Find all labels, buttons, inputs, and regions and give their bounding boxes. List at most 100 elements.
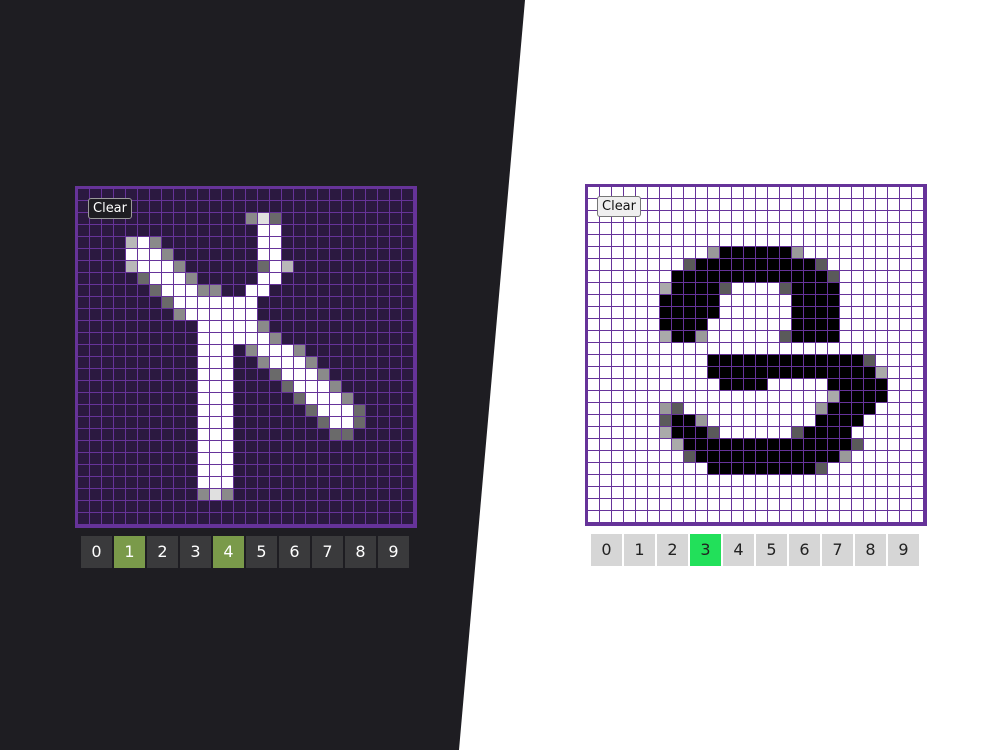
grid-cell[interactable] <box>792 247 804 259</box>
grid-cell[interactable] <box>90 405 102 417</box>
grid-cell[interactable] <box>756 211 768 223</box>
grid-cell[interactable] <box>648 283 660 295</box>
grid-cell[interactable] <box>708 235 720 247</box>
grid-cell[interactable] <box>282 261 294 273</box>
grid-cell[interactable] <box>198 225 210 237</box>
grid-cell[interactable] <box>600 247 612 259</box>
grid-cell[interactable] <box>198 261 210 273</box>
grid-cell[interactable] <box>246 369 258 381</box>
grid-cell[interactable] <box>78 393 90 405</box>
grid-cell[interactable] <box>864 271 876 283</box>
grid-cell[interactable] <box>138 261 150 273</box>
grid-cell[interactable] <box>366 297 378 309</box>
grid-cell[interactable] <box>600 259 612 271</box>
grid-cell[interactable] <box>138 357 150 369</box>
grid-cell[interactable] <box>198 285 210 297</box>
grid-cell[interactable] <box>816 355 828 367</box>
grid-cell[interactable] <box>138 393 150 405</box>
grid-cell[interactable] <box>294 225 306 237</box>
grid-cell[interactable] <box>294 417 306 429</box>
grid-cell[interactable] <box>912 463 924 475</box>
grid-cell[interactable] <box>102 309 114 321</box>
grid-cell[interactable] <box>684 367 696 379</box>
grid-cell[interactable] <box>744 295 756 307</box>
grid-cell[interactable] <box>162 429 174 441</box>
grid-cell[interactable] <box>768 211 780 223</box>
grid-cell[interactable] <box>756 439 768 451</box>
grid-cell[interactable] <box>684 499 696 511</box>
grid-cell[interactable] <box>306 309 318 321</box>
grid-cell[interactable] <box>366 309 378 321</box>
grid-cell[interactable] <box>612 259 624 271</box>
grid-cell[interactable] <box>174 357 186 369</box>
grid-cell[interactable] <box>756 343 768 355</box>
grid-cell[interactable] <box>708 319 720 331</box>
grid-cell[interactable] <box>150 261 162 273</box>
grid-cell[interactable] <box>114 477 126 489</box>
grid-cell[interactable] <box>804 235 816 247</box>
grid-cell[interactable] <box>888 331 900 343</box>
grid-cell[interactable] <box>744 331 756 343</box>
grid-cell[interactable] <box>390 345 402 357</box>
grid-cell[interactable] <box>198 345 210 357</box>
grid-cell[interactable] <box>198 357 210 369</box>
grid-cell[interactable] <box>102 381 114 393</box>
grid-cell[interactable] <box>222 453 234 465</box>
grid-cell[interactable] <box>660 355 672 367</box>
grid-cell[interactable] <box>186 501 198 513</box>
grid-cell[interactable] <box>780 235 792 247</box>
grid-cell[interactable] <box>732 463 744 475</box>
grid-cell[interactable] <box>780 475 792 487</box>
grid-cell[interactable] <box>114 237 126 249</box>
grid-cell[interactable] <box>342 201 354 213</box>
grid-cell[interactable] <box>198 309 210 321</box>
grid-cell[interactable] <box>828 367 840 379</box>
grid-cell[interactable] <box>378 429 390 441</box>
grid-cell[interactable] <box>624 271 636 283</box>
grid-cell[interactable] <box>588 331 600 343</box>
grid-cell[interactable] <box>684 487 696 499</box>
grid-cell[interactable] <box>708 367 720 379</box>
grid-cell[interactable] <box>318 297 330 309</box>
grid-cell[interactable] <box>330 513 342 525</box>
grid-cell[interactable] <box>828 343 840 355</box>
grid-cell[interactable] <box>732 295 744 307</box>
grid-cell[interactable] <box>246 213 258 225</box>
grid-cell[interactable] <box>78 261 90 273</box>
grid-cell[interactable] <box>318 381 330 393</box>
grid-cell[interactable] <box>354 369 366 381</box>
grid-cell[interactable] <box>912 331 924 343</box>
grid-cell[interactable] <box>708 355 720 367</box>
grid-cell[interactable] <box>792 415 804 427</box>
grid-cell[interactable] <box>648 235 660 247</box>
grid-cell[interactable] <box>282 225 294 237</box>
grid-cell[interactable] <box>366 429 378 441</box>
grid-cell[interactable] <box>636 463 648 475</box>
grid-cell[interactable] <box>696 343 708 355</box>
grid-cell[interactable] <box>222 405 234 417</box>
grid-cell[interactable] <box>222 465 234 477</box>
grid-cell[interactable] <box>648 223 660 235</box>
grid-cell[interactable] <box>828 451 840 463</box>
grid-cell[interactable] <box>588 223 600 235</box>
grid-cell[interactable] <box>402 273 414 285</box>
grid-cell[interactable] <box>318 513 330 525</box>
grid-cell[interactable] <box>720 211 732 223</box>
grid-cell[interactable] <box>600 307 612 319</box>
grid-cell[interactable] <box>792 187 804 199</box>
grid-cell[interactable] <box>186 285 198 297</box>
grid-cell[interactable] <box>390 273 402 285</box>
grid-cell[interactable] <box>852 355 864 367</box>
grid-cell[interactable] <box>792 451 804 463</box>
grid-cell[interactable] <box>162 249 174 261</box>
grid-cell[interactable] <box>162 417 174 429</box>
grid-cell[interactable] <box>888 283 900 295</box>
grid-cell[interactable] <box>222 513 234 525</box>
grid-cell[interactable] <box>600 271 612 283</box>
grid-cell[interactable] <box>660 319 672 331</box>
grid-cell[interactable] <box>366 393 378 405</box>
grid-cell[interactable] <box>270 357 282 369</box>
grid-cell[interactable] <box>768 499 780 511</box>
grid-cell[interactable] <box>864 463 876 475</box>
grid-cell[interactable] <box>588 355 600 367</box>
